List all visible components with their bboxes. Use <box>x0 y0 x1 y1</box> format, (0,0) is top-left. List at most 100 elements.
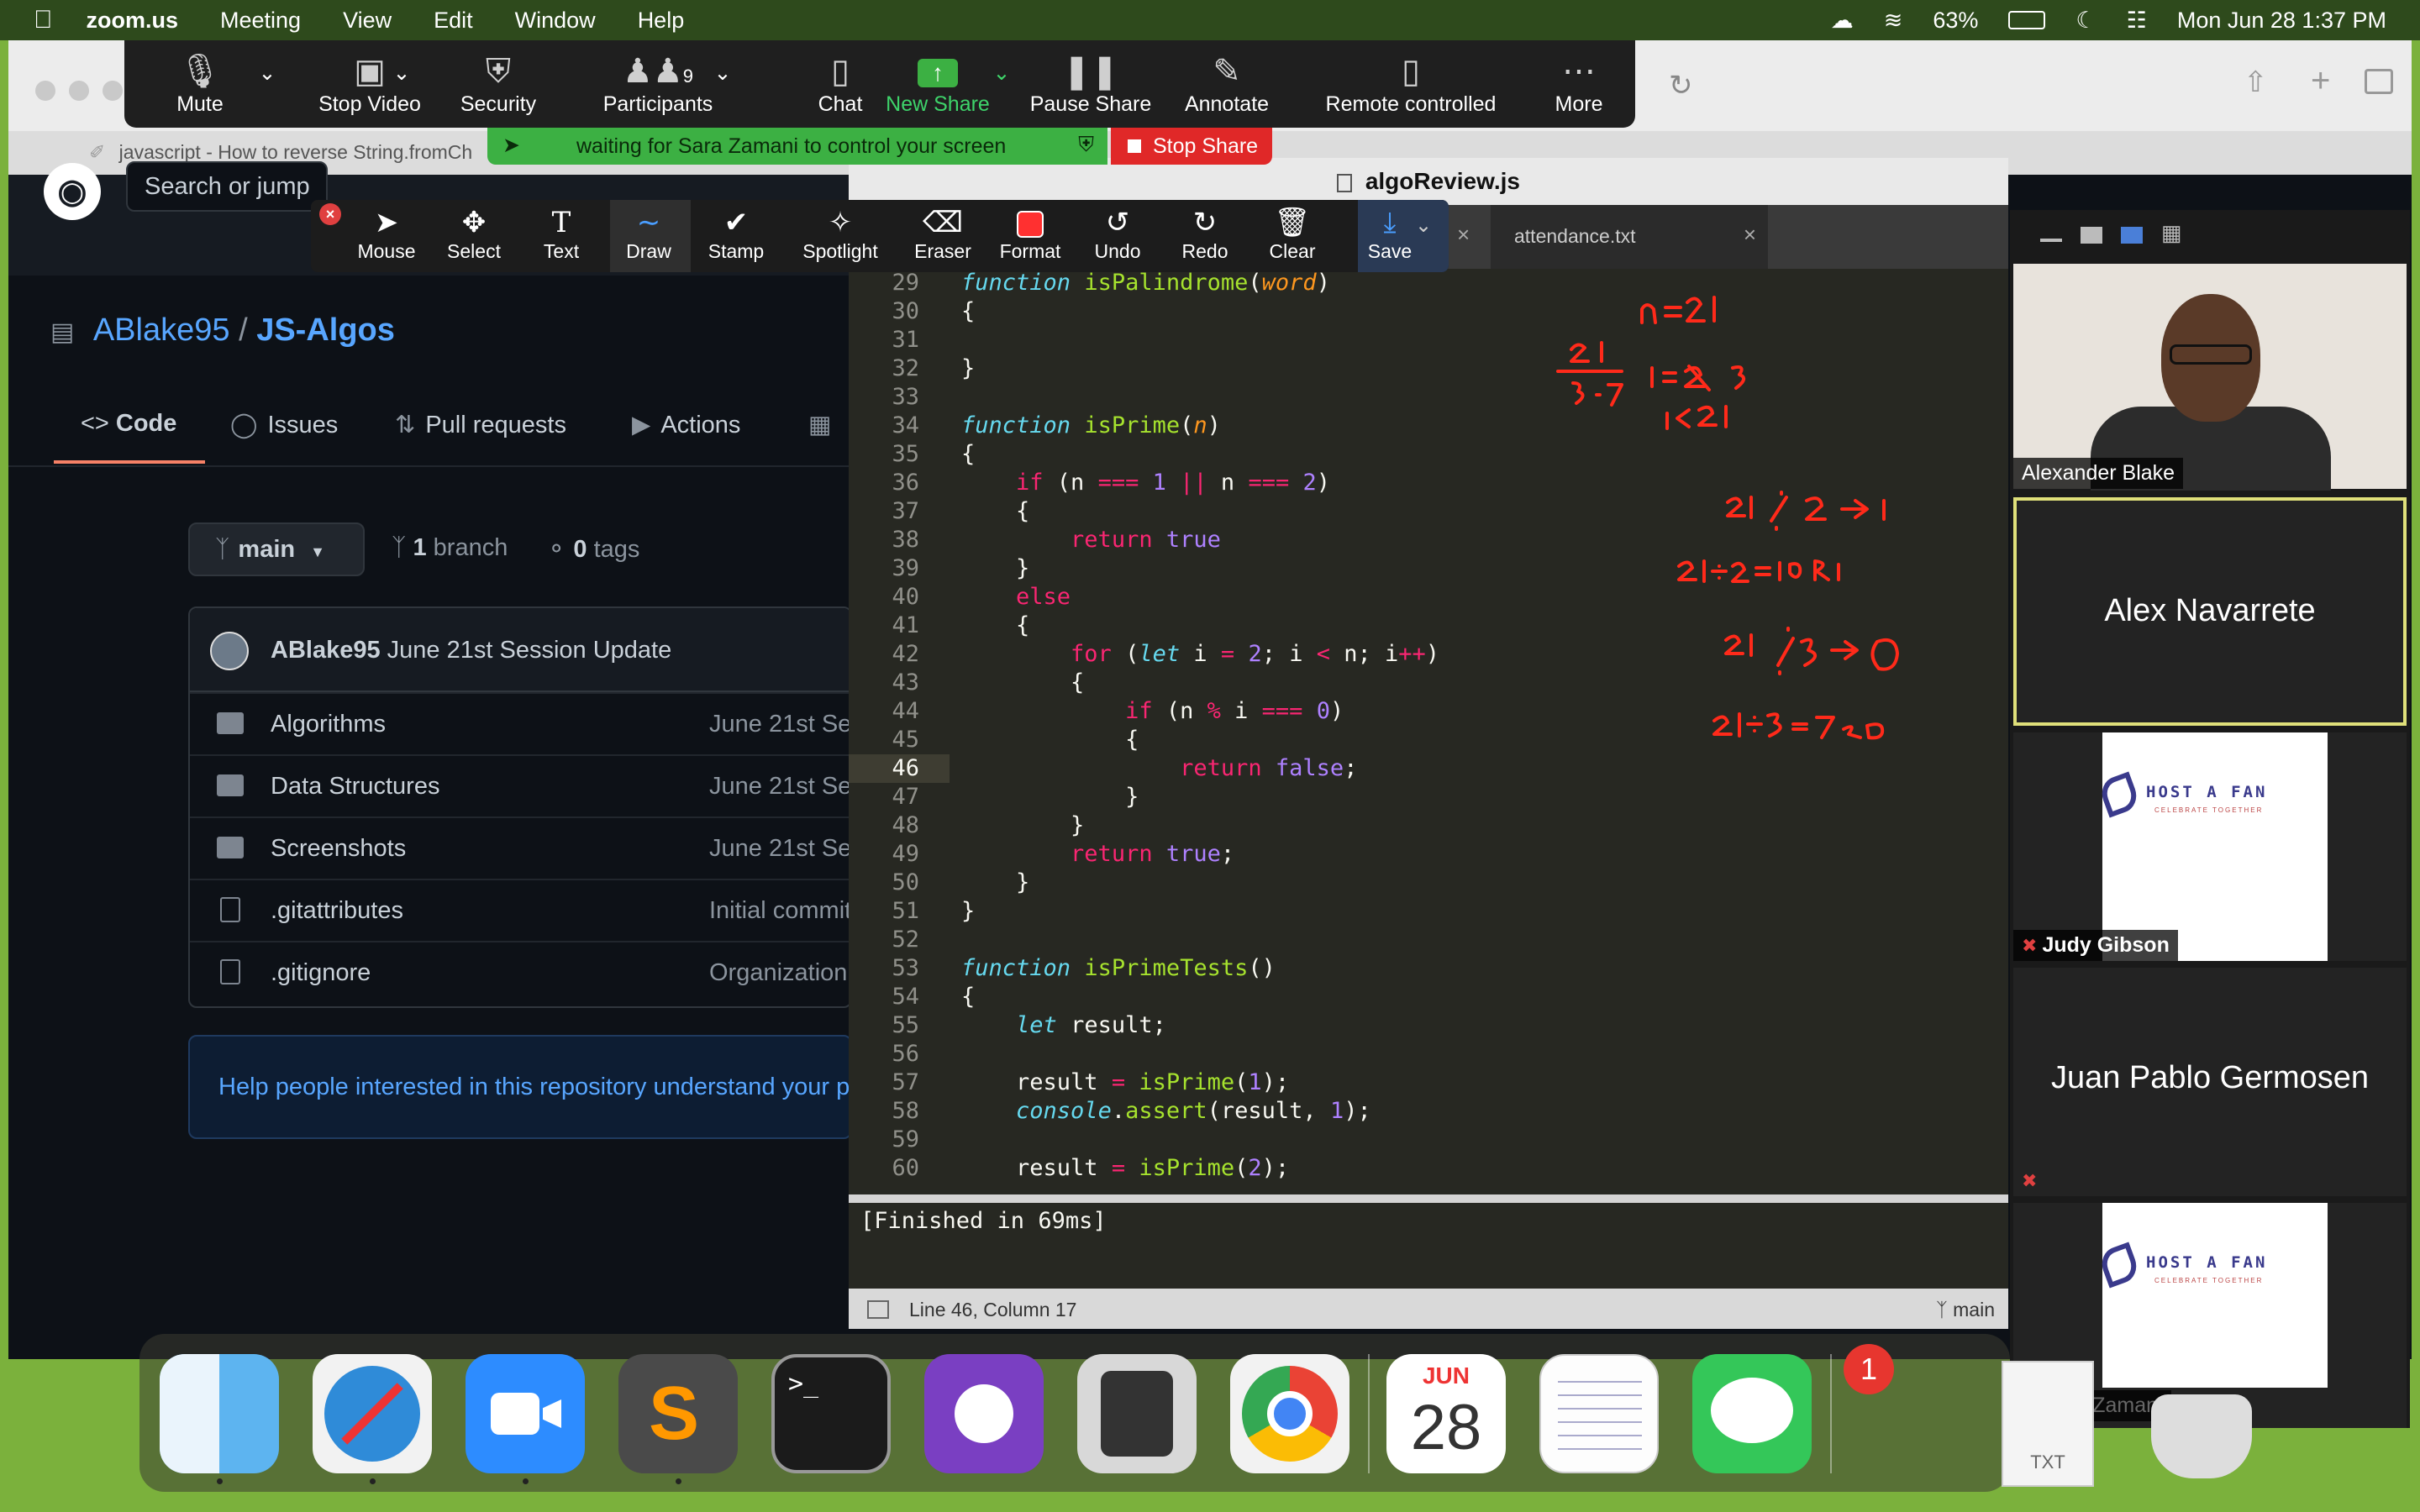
branch-select-button[interactable]: ᛉ main ▼ <box>188 522 365 576</box>
repo-name-link[interactable]: JS-Algos <box>256 312 395 348</box>
file-row[interactable]: .gitattributes Initial commit <box>190 879 850 941</box>
tab-code[interactable]: <> Code <box>81 410 176 438</box>
txt-file-icon[interactable]: TXT <box>2002 1361 2094 1487</box>
tag-count-link[interactable]: ⚬ 0 tags <box>546 534 639 564</box>
participants-chevron-icon[interactable]: ⌄ <box>706 60 739 86</box>
new-tab-icon[interactable]: + <box>2311 62 2330 100</box>
anno-draw-button[interactable]: ∼ Draw <box>607 205 691 263</box>
close-annotation-icon[interactable]: × <box>319 203 341 225</box>
new-share-button[interactable]: ↑ New Share <box>879 50 997 117</box>
projects-icon[interactable]: ▦ <box>808 410 831 439</box>
file-row[interactable]: Algorithms June 21st Se <box>190 692 850 754</box>
safari-icon[interactable] <box>313 1354 432 1473</box>
minimize-icon[interactable] <box>2040 239 2062 242</box>
file-name[interactable]: Screenshots <box>271 835 406 863</box>
github-logo-icon[interactable]: ◉ <box>44 163 101 220</box>
cursor-position[interactable]: Line 46, Column 17 <box>909 1299 1076 1320</box>
calendar-icon[interactable]: JUN 28 <box>1386 1354 1506 1473</box>
github-search-input[interactable]: Search or jump <box>126 161 328 212</box>
mute-button[interactable]: 🎙 Mute <box>150 50 250 117</box>
more-button[interactable]: ⋯ More <box>1533 50 1625 117</box>
control-center-icon[interactable]: ☷ <box>2127 8 2147 34</box>
menu-clock[interactable]: Mon Jun 28 1:37 PM <box>2177 8 2386 34</box>
zoom-icon[interactable] <box>466 1354 585 1473</box>
tab-actions[interactable]: ▶ Actions <box>632 410 740 439</box>
share-options-chevron-icon[interactable]: ⌄ <box>985 60 1018 86</box>
commit-message[interactable]: June 21st Session Update <box>387 637 672 664</box>
tab-overview-icon[interactable] <box>2365 69 2393 94</box>
browser-tab[interactable]: ✐ javascript - How to reverse String.fro… <box>89 141 492 164</box>
commit-author[interactable]: ABlake95 <box>271 637 381 664</box>
anno-mouse-button[interactable]: ➤ Mouse <box>345 205 429 263</box>
menu-view[interactable]: View <box>343 8 392 34</box>
stop-video-button[interactable]: ▣ Stop Video <box>286 50 454 117</box>
security-button[interactable]: ⛨ Security <box>444 50 553 117</box>
panel-toggle-icon[interactable] <box>867 1300 889 1319</box>
github-desktop-icon[interactable] <box>924 1354 1044 1473</box>
file-row[interactable]: .gitignore Organization <box>190 941 850 1003</box>
menu-app-name[interactable]: zoom.us <box>87 8 179 34</box>
reload-icon[interactable]: ↻ <box>1669 69 1693 102</box>
anno-spotlight-button[interactable]: ✧ Spotlight <box>788 205 892 263</box>
sublime-text-icon[interactable]: S <box>618 1354 738 1473</box>
file-row[interactable]: Screenshots June 21st Se <box>190 816 850 879</box>
messages-icon[interactable] <box>1692 1354 1812 1473</box>
pause-share-button[interactable]: ❚❚ Pause Share <box>1023 50 1158 117</box>
chrome-icon[interactable] <box>1230 1354 1349 1473</box>
file-commit[interactable]: June 21st Se <box>709 835 850 863</box>
file-name[interactable]: .gitignore <box>271 959 371 987</box>
calculator-icon[interactable] <box>1077 1354 1197 1473</box>
participant-tile-video[interactable]: Alexander Blake <box>2013 264 2407 491</box>
participant-tile-name[interactable]: Juan Pablo Germosen ✖ <box>2013 968 2407 1196</box>
speaker-view-icon[interactable] <box>2081 227 2102 244</box>
tab-issues[interactable]: ◯ Issues <box>230 410 338 439</box>
participant-tile-image[interactable]: HOST A FAN CELEBRATE TOGETHER ✖ Judy Gibs… <box>2013 732 2407 961</box>
remote-control-button[interactable]: ▯ Remote controlled <box>1301 50 1521 117</box>
cloud-upload-icon[interactable]: ☁ <box>1831 8 1854 34</box>
menu-meeting[interactable]: Meeting <box>220 8 301 34</box>
video-options-chevron-icon[interactable]: ⌄ <box>385 60 418 86</box>
repo-owner-link[interactable]: ABlake95 <box>93 312 230 348</box>
file-commit[interactable]: Initial commit <box>709 897 850 925</box>
anno-text-button[interactable]: T Text <box>519 205 603 263</box>
window-minimize-button[interactable] <box>69 81 89 101</box>
anno-clear-button[interactable]: 🗑 Clear <box>1250 205 1334 263</box>
annotate-button[interactable]: ✎ Annotate <box>1178 50 1276 117</box>
menu-edit[interactable]: Edit <box>434 8 473 34</box>
stop-share-button[interactable]: Stop Share <box>1111 128 1272 165</box>
file-name[interactable]: Data Structures <box>271 773 439 801</box>
file-commit[interactable]: June 21st Se <box>709 773 850 801</box>
participant-tile-active-speaker[interactable]: Alex Navarrete <box>2013 497 2407 726</box>
file-row[interactable]: Data Structures June 21st Se <box>190 754 850 816</box>
anno-select-button[interactable]: ✥ Select <box>432 205 516 263</box>
file-commit[interactable]: June 21st Se <box>709 711 850 738</box>
moon-icon[interactable]: ☾ <box>2075 8 2096 34</box>
share-icon[interactable]: ⇧ <box>2244 66 2268 99</box>
file-name[interactable]: .gitattributes <box>271 897 403 925</box>
trash-icon[interactable] <box>2151 1394 2252 1478</box>
terminal-icon[interactable]: >_ <box>771 1354 891 1473</box>
textedit-icon[interactable] <box>1539 1354 1659 1473</box>
branch-count-link[interactable]: ᛉ 1 branch <box>392 534 508 562</box>
file-commit[interactable]: Organization <box>709 959 847 987</box>
save-options-chevron-icon[interactable]: ⌄ <box>1415 213 1432 238</box>
anno-stamp-button[interactable]: ✔ Stamp <box>694 205 778 263</box>
battery-percent[interactable]: 63% <box>1933 8 1978 34</box>
anno-eraser-button[interactable]: ⌫ Eraser <box>901 205 985 263</box>
chat-button[interactable]: ▯ Chat <box>800 50 881 117</box>
window-close-button[interactable] <box>35 81 55 101</box>
apple-icon[interactable]:  <box>34 6 53 34</box>
git-branch-status[interactable]: ᛉ main <box>1936 1299 1995 1321</box>
mute-options-chevron-icon[interactable]: ⌄ <box>250 60 284 86</box>
tab-pull-requests[interactable]: ⇅ Pull requests <box>395 410 566 439</box>
strip-view-icon[interactable] <box>2121 227 2143 244</box>
wifi-icon[interactable]: ≋ <box>1884 8 1903 34</box>
gallery-grid-icon[interactable]: ▦ <box>2161 220 2183 245</box>
file-name[interactable]: Algorithms <box>271 711 386 738</box>
anno-format-button[interactable]: Format <box>988 205 1072 263</box>
finder-icon[interactable] <box>160 1354 279 1473</box>
menu-window[interactable]: Window <box>515 8 596 34</box>
window-zoom-button[interactable] <box>103 81 123 101</box>
avatar[interactable] <box>210 632 249 670</box>
anno-undo-button[interactable]: ↺ Undo <box>1076 205 1160 263</box>
